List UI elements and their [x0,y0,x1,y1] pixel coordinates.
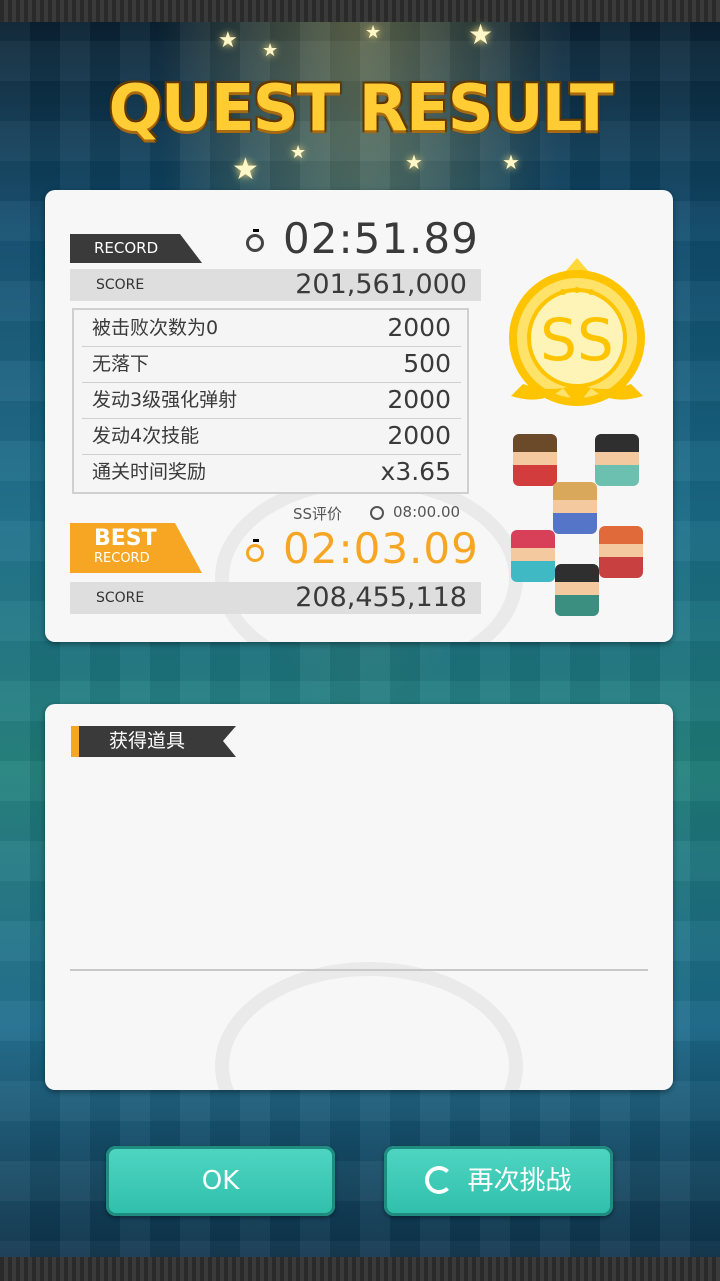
best-time: 02:03.09 [283,524,479,573]
bonus-row: 被击败次数为0 2000 [82,310,461,347]
stopwatch-icon [370,506,384,520]
emblem-watermark [215,962,523,1090]
bonus-row: 发动4次技能 2000 [82,418,461,455]
bonus-label: 发动3级强化弹射 [92,389,238,411]
ok-button[interactable]: OK [106,1146,335,1216]
best-record-tag: BEST RECORD [70,523,202,573]
record-time: 02:51.89 [283,214,479,263]
retry-button-label: 再次挑战 [467,1166,572,1196]
bonus-list: 被击败次数为0 2000 无落下 500 发动3级强化弹射 2000 发动4次技… [72,308,469,494]
bottom-border [0,1257,720,1281]
record-tag: RECORD [70,234,202,263]
bonus-value: 2000 [387,313,451,342]
bonus-value: 500 [403,349,451,378]
bonus-label: 被击败次数为0 [92,317,219,339]
star-icon: ★ [365,22,382,43]
header-accent [71,726,79,757]
ss-rank-time: 08:00.00 [393,503,461,521]
bonus-row: 发动3级强化弹射 2000 [82,382,461,419]
stopwatch-icon [246,539,264,562]
character-sprite [553,482,597,534]
retry-button[interactable]: 再次挑战 [384,1146,613,1216]
score-label: SCORE [96,590,145,606]
star-icon: ★ [502,150,520,174]
character-sprite [595,434,639,486]
best-tag-sublabel: RECORD [94,551,150,566]
retry-icon [425,1165,454,1194]
best-score-row: SCORE 208,455,118 [70,582,481,614]
bonus-row: 通关时间奖励 x3.65 [82,454,461,490]
star-icon: ★ [262,40,279,61]
character-sprite [555,564,599,616]
ok-button-label: OK [201,1166,240,1196]
stopwatch-icon [246,229,264,252]
character-sprite [511,530,555,582]
star-icon: ★ [232,152,259,187]
record-score-row: SCORE 201,561,000 [70,269,481,301]
star-icon: ★ [405,150,423,174]
top-border [0,0,720,22]
bonus-value: x3.65 [380,457,451,486]
party-characters [507,430,657,620]
star-icon: ★ [218,28,238,53]
bonus-label: 发动4次技能 [92,425,200,447]
character-sprite [599,526,643,578]
items-section-label: 获得道具 [109,730,186,752]
star-icon: ★ [468,18,494,51]
best-score: 208,455,118 [295,582,467,613]
bonus-label: 通关时间奖励 [92,461,207,483]
rank-ss-badge: SS [509,258,645,406]
bonus-row: 无落下 500 [82,346,461,383]
items-panel: 获得道具 [45,704,673,1090]
items-section-header: 获得道具 [71,726,236,757]
divider [70,969,648,971]
page-title: QUEST RESULT [108,72,613,146]
rank-text: SS [540,306,614,374]
character-sprite [513,434,557,486]
record-score: 201,561,000 [295,269,467,300]
bonus-value: 2000 [387,385,451,414]
ss-rank-label: SS评价 [293,505,343,523]
bonus-label: 无落下 [92,353,150,375]
best-tag-label: BEST [94,526,157,551]
score-label: SCORE [96,277,145,293]
bonus-value: 2000 [387,421,451,450]
result-panel: RECORD 02:51.89 SCORE 201,561,000 被击败次数为… [45,190,673,642]
